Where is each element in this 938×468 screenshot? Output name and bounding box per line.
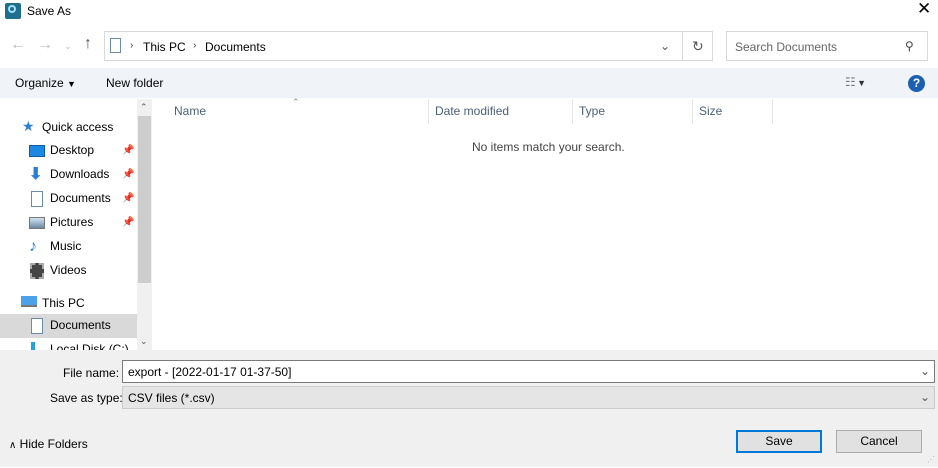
save-as-type-label: Save as type: [50, 391, 123, 405]
address-dropdown-icon[interactable]: ⌄ [660, 38, 670, 54]
nav-item-music[interactable]: ♪ Music [0, 235, 137, 259]
scroll-up-icon[interactable]: ⌃ [140, 99, 148, 115]
documents-icon [31, 191, 43, 207]
column-type[interactable]: Type [579, 99, 605, 124]
drive-icon [31, 342, 35, 350]
documents-icon [31, 318, 43, 334]
recent-chevron-icon[interactable]: ⌄ [64, 38, 72, 54]
up-icon[interactable]: ↑ [84, 36, 92, 52]
breadcrumb-this-pc[interactable]: This PC [143, 39, 186, 55]
hide-folders-button[interactable]: ∧ Hide Folders [9, 436, 88, 454]
downloads-icon: ⬇ [29, 166, 43, 183]
chevron-up-icon: ∧ [9, 440, 17, 451]
pin-icon: 📌 [122, 169, 135, 180]
this-pc-icon [21, 296, 37, 307]
chevron-down-icon[interactable]: ⌄ [920, 389, 930, 405]
column-name[interactable]: Name [174, 99, 206, 124]
sort-indicator-icon: ⌃ [292, 97, 300, 107]
refresh-icon[interactable]: ↻ [692, 38, 704, 54]
search-box[interactable]: Search Documents ⚲ [726, 31, 928, 61]
documents-icon [110, 38, 121, 53]
scroll-down-icon[interactable]: ⌄ [140, 333, 148, 349]
column-size[interactable]: Size [699, 99, 722, 124]
new-folder-button[interactable]: New folder [106, 75, 163, 91]
file-name-input[interactable]: export - [2022-01-17 01-37-50] ⌄ [122, 360, 935, 383]
nav-item-downloads[interactable]: ⬇ Downloads 📌 [0, 163, 137, 187]
file-name-label: File name: [63, 366, 120, 380]
forward-icon[interactable]: → [37, 37, 53, 53]
save-button[interactable]: Save [736, 430, 822, 453]
pictures-icon [29, 217, 45, 229]
pin-icon: 📌 [122, 193, 135, 204]
app-icon [5, 3, 21, 19]
scrollbar-thumb[interactable] [138, 116, 151, 283]
help-icon[interactable]: ? [908, 75, 925, 92]
save-as-type-select[interactable]: CSV files (*.csv) ⌄ [122, 386, 935, 409]
nav-quick-access[interactable]: Quick access [42, 119, 113, 135]
search-icon[interactable]: ⚲ [905, 38, 914, 54]
chevron-down-icon[interactable]: ⌄ [920, 363, 930, 379]
breadcrumb-documents[interactable]: Documents [205, 39, 266, 55]
address-bar[interactable]: › This PC › Documents ⌄ ↻ [104, 31, 713, 61]
nav-item-videos[interactable]: Videos [0, 259, 137, 283]
cancel-button[interactable]: Cancel [836, 430, 922, 453]
videos-icon [30, 263, 44, 279]
resize-grip-icon: ⋰ [927, 455, 935, 464]
navigation-pane: ★ Quick access Desktop 📌 ⬇ Downloads 📌 Docu… [0, 99, 152, 350]
organize-button[interactable]: Organize ▼ [15, 75, 76, 92]
empty-message: No items match your search. [472, 140, 625, 154]
desktop-icon [29, 145, 45, 157]
pin-icon: 📌 [122, 145, 135, 156]
search-input[interactable]: Search Documents [735, 39, 837, 55]
nav-item-desktop[interactable]: Desktop 📌 [0, 139, 137, 163]
nav-item-documents[interactable]: Documents 📌 [0, 187, 137, 211]
quick-access-icon: ★ [22, 118, 35, 134]
close-icon[interactable]: ✕ [917, 0, 931, 17]
nav-item-pictures[interactable]: Pictures 📌 [0, 211, 137, 235]
nav-scrollbar[interactable]: ⌃ ⌄ [137, 99, 152, 350]
music-icon: ♪ [29, 238, 37, 255]
nav-item-local-disk[interactable]: Local Disk (C:) [0, 338, 137, 350]
window-title: Save As [27, 4, 72, 18]
column-date-modified[interactable]: Date modified [435, 99, 509, 124]
nav-this-pc[interactable]: This PC [42, 295, 85, 311]
view-options-icon[interactable]: ☷ ▼ [845, 74, 866, 91]
nav-item-pc-documents[interactable]: Documents [0, 314, 137, 338]
back-icon[interactable]: ← [10, 37, 26, 53]
pin-icon: 📌 [122, 217, 135, 228]
